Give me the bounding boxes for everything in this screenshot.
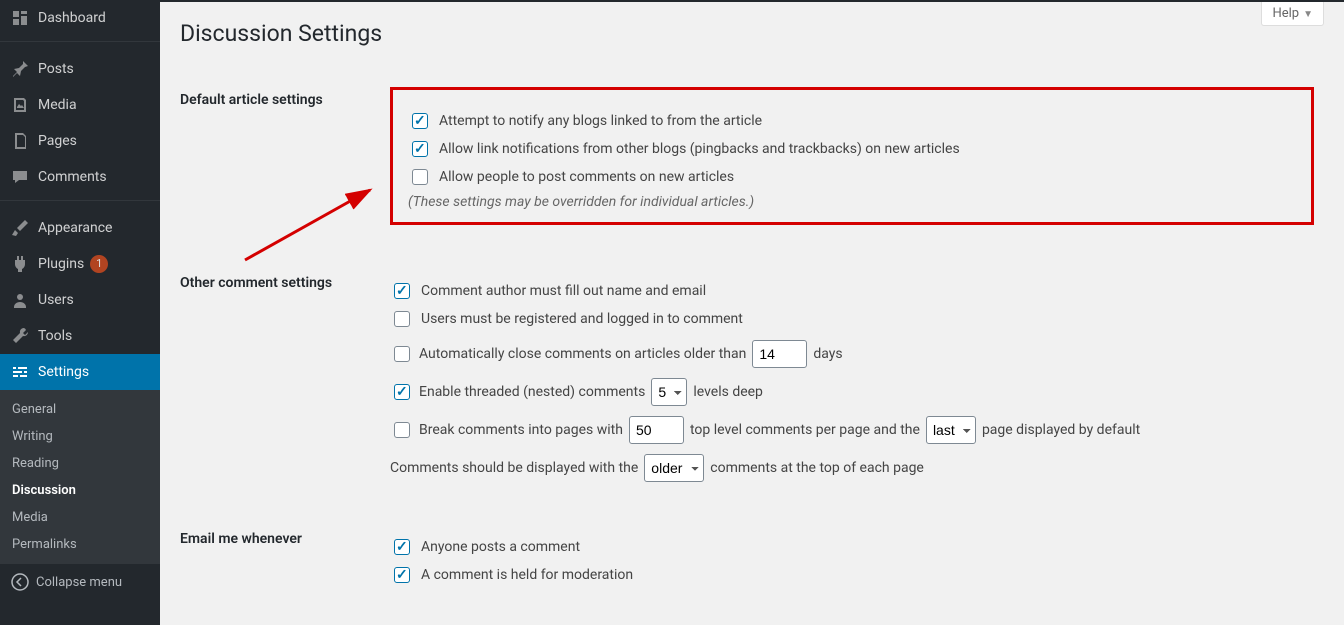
- allow-comments-checkbox[interactable]: [412, 169, 428, 185]
- break-pages-checkbox[interactable]: [394, 422, 410, 438]
- menu-separator: [0, 41, 160, 46]
- break-page-select[interactable]: last: [926, 416, 976, 444]
- threaded-levels-select[interactable]: 5: [651, 378, 687, 406]
- sidebar-item-dashboard[interactable]: Dashboard: [0, 0, 160, 36]
- allow-pingbacks-field[interactable]: Allow link notifications from other blog…: [408, 138, 1296, 160]
- sidebar-item-label: Pages: [38, 133, 77, 149]
- autoclose-post-label: days: [813, 346, 842, 362]
- comments-icon: [10, 167, 30, 187]
- section-header-default: Default article settings: [180, 72, 380, 255]
- settings-form-table: Default article settings Attempt to noti…: [180, 72, 1324, 625]
- autoclose-pre-label: Automatically close comments on articles…: [419, 346, 746, 362]
- email-held-field[interactable]: A comment is held for moderation: [390, 564, 1314, 586]
- sidebar-item-comments[interactable]: Comments: [0, 159, 160, 195]
- break-post-label: page displayed by default: [982, 422, 1140, 438]
- break-count-input[interactable]: [629, 416, 684, 444]
- author-fill-label: Comment author must fill out name and em…: [421, 281, 706, 302]
- email-posts-label: Anyone posts a comment: [421, 537, 580, 558]
- notify-blogs-checkbox[interactable]: [412, 113, 428, 129]
- dashboard-icon: [10, 8, 30, 28]
- break-mid-label: top level comments per page and the: [690, 422, 920, 438]
- registered-checkbox[interactable]: [394, 311, 410, 327]
- email-held-checkbox[interactable]: [394, 567, 410, 583]
- allow-comments-field[interactable]: Allow people to post comments on new art…: [408, 166, 1296, 188]
- sidebar-item-media[interactable]: Media: [0, 87, 160, 123]
- sidebar-item-pages[interactable]: Pages: [0, 123, 160, 159]
- media-icon: [10, 95, 30, 115]
- email-posts-field[interactable]: Anyone posts a comment: [390, 536, 1314, 558]
- sidebar-item-label: Appearance: [38, 220, 112, 236]
- sidebar-item-settings[interactable]: Settings: [0, 354, 160, 390]
- sidebar-item-label: Media: [38, 97, 77, 113]
- help-label: Help: [1272, 6, 1299, 21]
- sidebar-item-posts[interactable]: Posts: [0, 51, 160, 87]
- sidebar-item-label: Tools: [38, 328, 72, 344]
- sidebar-item-label: Plugins: [38, 256, 84, 272]
- wrench-icon: [10, 326, 30, 346]
- main-content: Help ▼ Discussion Settings Default articl…: [160, 0, 1344, 625]
- autoclose-row: Automatically close comments on articles…: [390, 340, 1314, 368]
- pages-icon: [10, 131, 30, 151]
- submenu-item-media[interactable]: Media: [0, 504, 160, 531]
- settings-submenu: General Writing Reading Discussion Media…: [0, 390, 160, 564]
- autoclose-days-input[interactable]: [752, 340, 807, 368]
- plug-icon: [10, 254, 30, 274]
- sidebar-item-label: Dashboard: [38, 10, 106, 26]
- threaded-checkbox[interactable]: [394, 384, 410, 400]
- sidebar-item-label: Posts: [38, 61, 74, 77]
- page-title: Discussion Settings: [180, 20, 1324, 47]
- order-select[interactable]: older: [644, 454, 704, 482]
- plugins-badge: 1: [90, 255, 108, 273]
- help-tab[interactable]: Help ▼: [1261, 2, 1324, 26]
- section-header-before: Before a comment appears: [180, 611, 380, 625]
- sidebar-item-label: Users: [38, 292, 74, 308]
- pin-icon: [10, 59, 30, 79]
- break-pages-row: Break comments into pages with top level…: [390, 416, 1314, 444]
- allow-pingbacks-checkbox[interactable]: [412, 141, 428, 157]
- highlight-box: Attempt to notify any blogs linked to fr…: [390, 87, 1314, 225]
- submenu-item-writing[interactable]: Writing: [0, 423, 160, 450]
- sidebar-item-users[interactable]: Users: [0, 282, 160, 318]
- section-header-other: Other comment settings: [180, 255, 380, 511]
- order-post-label: comments at the top of each page: [710, 460, 924, 476]
- notify-blogs-field[interactable]: Attempt to notify any blogs linked to fr…: [408, 110, 1296, 132]
- sidebar-item-tools[interactable]: Tools: [0, 318, 160, 354]
- submenu-item-permalinks[interactable]: Permalinks: [0, 531, 160, 558]
- order-pre-label: Comments should be displayed with the: [390, 460, 638, 476]
- email-posts-checkbox[interactable]: [394, 539, 410, 555]
- default-settings-note: (These settings may be overridden for in…: [408, 194, 1296, 210]
- order-row: Comments should be displayed with the ol…: [390, 454, 1314, 482]
- submenu-item-discussion[interactable]: Discussion: [0, 477, 160, 504]
- autoclose-checkbox[interactable]: [394, 346, 410, 362]
- menu-separator: [0, 200, 160, 205]
- author-fill-checkbox[interactable]: [394, 283, 410, 299]
- user-icon: [10, 290, 30, 310]
- collapse-icon: [10, 572, 30, 592]
- email-held-label: A comment is held for moderation: [421, 565, 633, 586]
- sidebar-item-label: Settings: [38, 364, 89, 380]
- registered-field[interactable]: Users must be registered and logged in t…: [390, 308, 1314, 330]
- sidebar-item-label: Comments: [38, 169, 107, 185]
- collapse-label: Collapse menu: [36, 575, 122, 590]
- admin-topbar: [0, 0, 1344, 2]
- author-fill-field[interactable]: Comment author must fill out name and em…: [390, 280, 1314, 302]
- allow-pingbacks-label: Allow link notifications from other blog…: [439, 139, 960, 160]
- notify-blogs-label: Attempt to notify any blogs linked to fr…: [439, 111, 762, 132]
- registered-label: Users must be registered and logged in t…: [421, 309, 743, 330]
- submenu-item-reading[interactable]: Reading: [0, 450, 160, 477]
- threaded-row: Enable threaded (nested) comments 5 leve…: [390, 378, 1314, 406]
- sliders-icon: [10, 362, 30, 382]
- break-pre-label: Break comments into pages with: [419, 422, 623, 438]
- sidebar-item-plugins[interactable]: Plugins 1: [0, 246, 160, 282]
- threaded-pre-label: Enable threaded (nested) comments: [419, 384, 645, 400]
- sidebar-item-appearance[interactable]: Appearance: [0, 210, 160, 246]
- allow-comments-label: Allow people to post comments on new art…: [439, 167, 734, 188]
- chevron-down-icon: ▼: [1303, 9, 1313, 20]
- admin-sidebar: Dashboard Posts Media Pages Comments App…: [0, 0, 160, 625]
- brush-icon: [10, 218, 30, 238]
- threaded-post-label: levels deep: [693, 384, 763, 400]
- section-header-email: Email me whenever: [180, 511, 380, 611]
- submenu-item-general[interactable]: General: [0, 396, 160, 423]
- collapse-menu-button[interactable]: Collapse menu: [0, 564, 160, 600]
